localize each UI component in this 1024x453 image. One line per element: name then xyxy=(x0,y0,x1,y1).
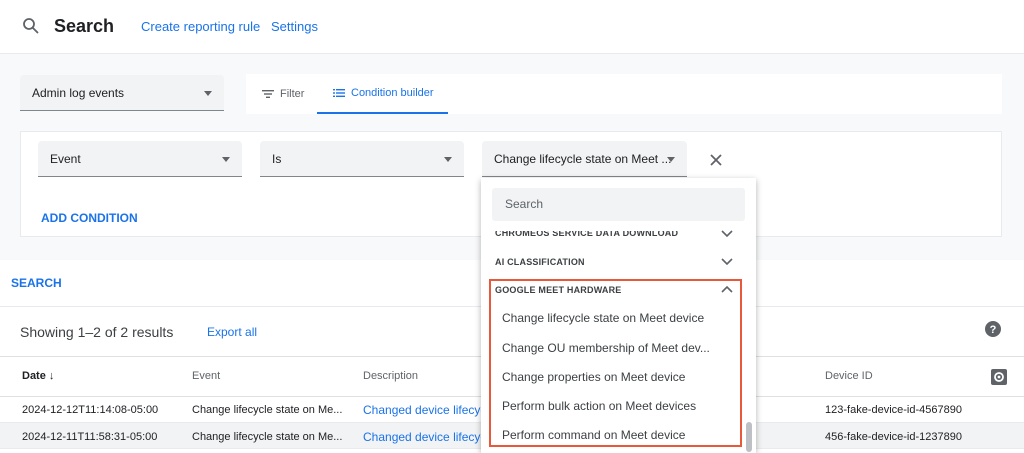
cell-description-link[interactable]: Changed device lifecycl xyxy=(363,430,489,444)
chevron-down-icon[interactable] xyxy=(721,230,733,238)
menu-item-change-lifecycle-state[interactable]: Change lifecycle state on Meet device xyxy=(502,311,704,325)
gear-icon[interactable] xyxy=(990,368,1008,386)
chevron-down-icon xyxy=(204,91,212,96)
cell-description-link[interactable]: Changed device lifecycl xyxy=(363,403,489,417)
page-title: Search xyxy=(54,16,115,36)
chevron-down-icon xyxy=(222,157,230,162)
menu-item-perform-bulk-action[interactable]: Perform bulk action on Meet devices xyxy=(502,399,696,413)
log-source-select[interactable]: Admin log events xyxy=(20,75,224,111)
chevron-up-icon[interactable] xyxy=(721,285,733,293)
cell-date: 2024-12-11T11:58:31-05:00 xyxy=(22,431,158,443)
condition-operator-value: Is xyxy=(272,152,282,166)
chevron-down-icon xyxy=(667,157,675,162)
tab-filter[interactable]: Filter xyxy=(260,74,306,114)
menu-item-change-properties[interactable]: Change properties on Meet device xyxy=(502,370,685,384)
settings-link[interactable]: Settings xyxy=(271,19,318,34)
cell-device-id: 456-fake-device-id-1237890 xyxy=(825,431,962,443)
create-reporting-rule-link[interactable]: Create reporting rule xyxy=(141,19,260,34)
condition-operator-select[interactable]: Is xyxy=(260,141,464,177)
condition-field-value: Event xyxy=(50,152,81,166)
cell-event: Change lifecycle state on Me... xyxy=(192,404,343,416)
dropdown-scrollbar-thumb[interactable] xyxy=(746,422,752,452)
add-condition-button[interactable]: ADD CONDITION xyxy=(41,211,138,225)
tab-filter-label: Filter xyxy=(280,88,305,100)
arrow-down-icon: ↓ xyxy=(48,370,55,382)
export-all-link[interactable]: Export all xyxy=(207,325,257,339)
chevron-down-icon[interactable] xyxy=(721,258,733,266)
column-header-device-id[interactable]: Device ID xyxy=(825,370,873,382)
log-source-value: Admin log events xyxy=(32,86,125,100)
results-count: Showing 1–2 of 2 results xyxy=(20,324,174,340)
cell-date: 2024-12-12T11:14:08-05:00 xyxy=(22,404,159,416)
tab-condition-builder-label: Condition builder xyxy=(351,87,434,99)
condition-value-select[interactable]: Change lifecycle state on Meet ... xyxy=(482,141,687,177)
search-button[interactable]: SEARCH xyxy=(11,276,62,290)
filter-icon xyxy=(262,90,274,98)
tab-condition-builder[interactable]: Condition builder xyxy=(317,74,448,114)
highlight-box xyxy=(489,279,742,447)
menu-item-perform-command[interactable]: Perform command on Meet device xyxy=(502,428,685,442)
help-icon[interactable]: ? xyxy=(984,320,1002,338)
cell-event: Change lifecycle state on Me... xyxy=(192,431,343,443)
group-google-meet-hardware[interactable]: GOOGLE MEET HARDWARE xyxy=(495,285,622,295)
chevron-down-icon xyxy=(444,157,452,162)
menu-item-change-ou-membership[interactable]: Change OU membership of Meet dev... xyxy=(502,341,710,355)
dropdown-scrollbar[interactable] xyxy=(745,232,753,453)
condition-value-text: Change lifecycle state on Meet ... xyxy=(494,152,672,166)
group-chromeos-service-data-download[interactable]: CHROMEOS SERVICE DATA DOWNLOAD xyxy=(495,231,678,238)
event-dropdown-menu: Search CHROMEOS SERVICE DATA DOWNLOAD AI… xyxy=(481,178,756,453)
column-header-event[interactable]: Event xyxy=(192,370,220,382)
close-icon[interactable] xyxy=(708,152,724,168)
top-bar: Search Create reporting rule Settings xyxy=(0,0,1024,54)
list-icon xyxy=(333,89,345,97)
svg-text:?: ? xyxy=(990,324,997,336)
search-icon[interactable] xyxy=(22,17,40,35)
column-header-description[interactable]: Description xyxy=(363,370,418,382)
condition-field-select[interactable]: Event xyxy=(38,141,242,177)
cell-device-id: 123-fake-device-id-4567890 xyxy=(825,404,962,416)
column-header-date[interactable]: Date ↓ xyxy=(22,370,54,382)
filter-tabs: Filter Condition builder xyxy=(246,74,1002,114)
group-ai-classification[interactable]: AI CLASSIFICATION xyxy=(495,257,585,267)
dropdown-search-input[interactable]: Search xyxy=(492,188,745,221)
